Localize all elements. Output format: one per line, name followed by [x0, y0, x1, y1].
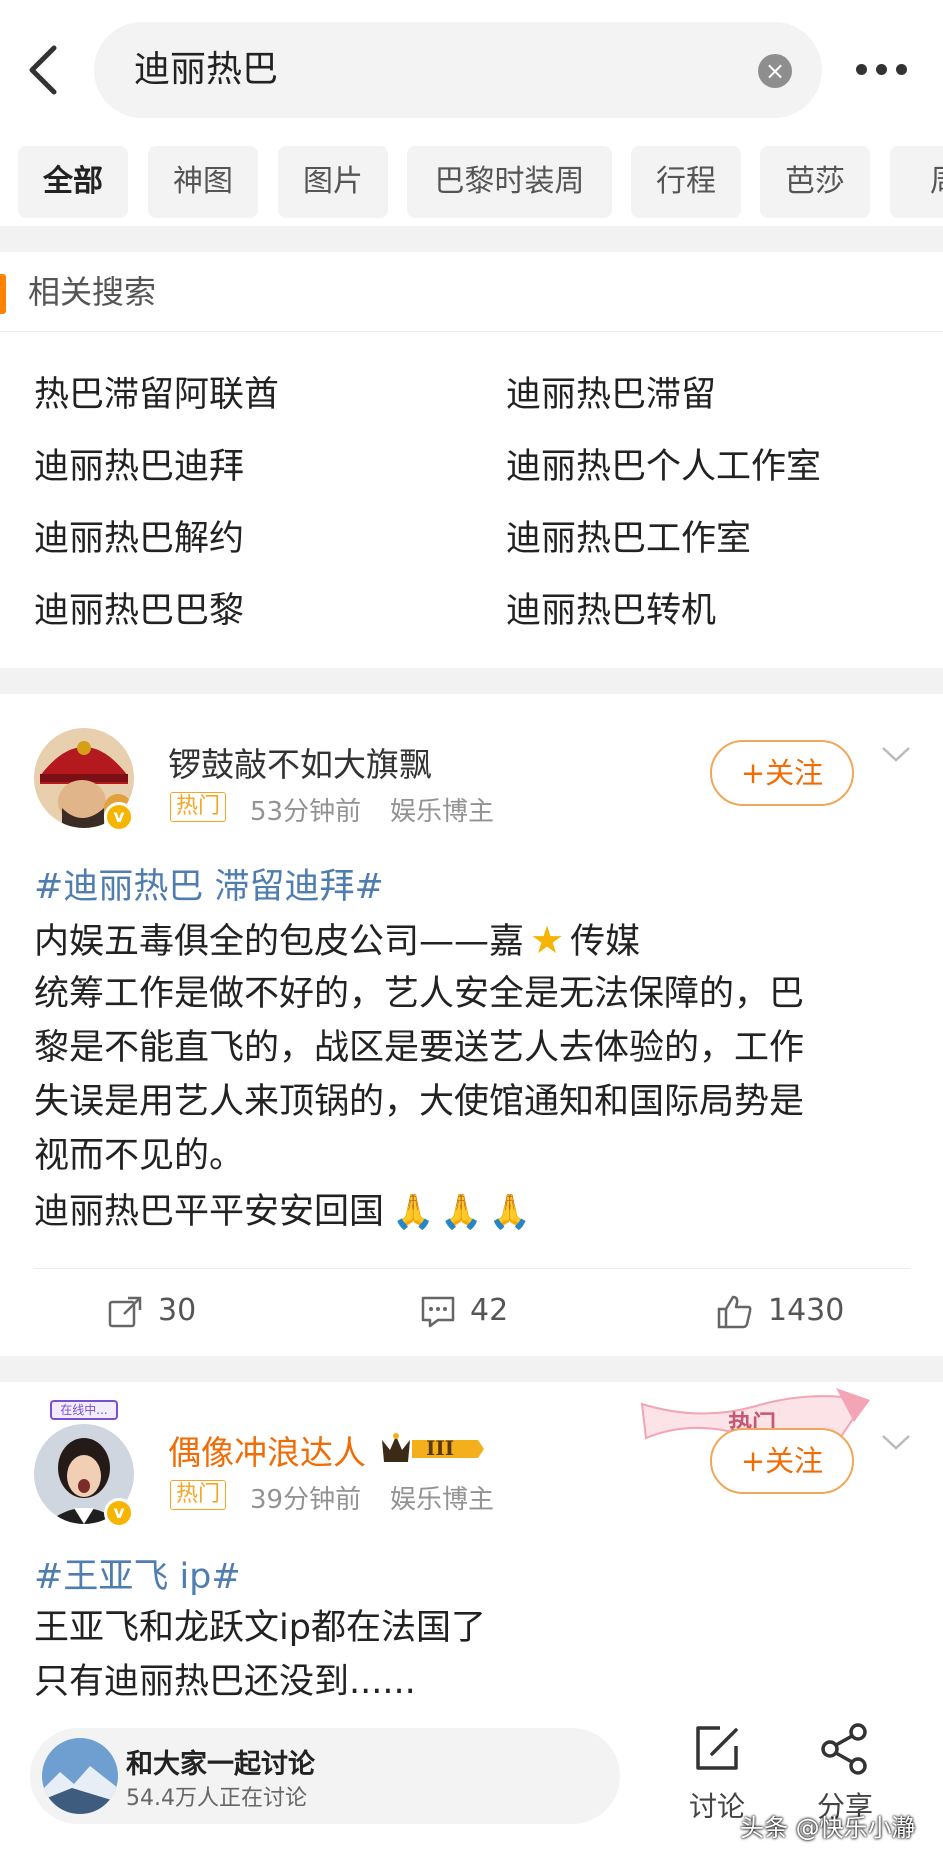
related-search-item[interactable]: 迪丽热巴个人工作室	[506, 442, 821, 492]
comment-count: 42	[470, 1293, 509, 1328]
search-query[interactable]: 迪丽热巴	[134, 22, 278, 118]
related-search-title: 相关搜索	[28, 273, 157, 311]
follow-button[interactable]: +关注	[710, 1428, 854, 1494]
post-text-line: 只有迪丽热巴还没到......	[34, 1662, 416, 1702]
like-button[interactable]: 1430	[716, 1286, 844, 1336]
search-input[interactable]: 迪丽热巴 ×	[94, 22, 822, 118]
discussion-title: 和大家一起讨论	[126, 1749, 315, 1780]
post-username[interactable]: 偶像冲浪达人	[168, 1426, 366, 1474]
search-header: 迪丽热巴 ×	[0, 0, 943, 140]
section-divider	[0, 668, 943, 694]
related-search-item[interactable]: 迪丽热巴工作室	[506, 514, 751, 564]
accent-bar	[0, 274, 6, 314]
post-role: 娱乐博主	[390, 797, 495, 827]
post-time: 39分钟前	[250, 1485, 362, 1515]
discussion-count: 54.4万人正在讨论	[126, 1786, 307, 1811]
more-icon[interactable]	[852, 50, 912, 90]
related-search-header: 相关搜索	[0, 252, 943, 332]
repost-button[interactable]: 30	[108, 1286, 196, 1336]
verified-badge-icon: v	[104, 802, 134, 832]
hot-tag: 热门	[170, 792, 227, 822]
level-text: III	[426, 1436, 455, 1460]
post-text-line: 迪丽热巴平平安安回国 🙏🙏🙏	[34, 1186, 537, 1238]
section-divider	[0, 226, 943, 252]
thumbs-up-icon	[717, 1295, 752, 1328]
chevron-down-icon[interactable]	[880, 1432, 912, 1452]
clear-icon[interactable]: ×	[758, 54, 792, 88]
follow-button[interactable]: +关注	[710, 740, 854, 806]
post-divider	[34, 1268, 910, 1269]
praying-hands-icon: 🙏🙏🙏	[392, 1192, 538, 1232]
share-icon	[821, 1723, 867, 1775]
post-text-line: 视而不见的。	[34, 1136, 245, 1176]
like-count: 1430	[768, 1293, 845, 1328]
post-text-line: 统筹工作是做不好的，艺人安全是无法保障的，巴	[34, 974, 805, 1014]
related-search-item[interactable]: 迪丽热巴转机	[506, 586, 716, 636]
post-text-line: 内娱五毒俱全的包皮公司——嘉 ★ 传媒	[34, 914, 640, 968]
live-label: 在线中...	[50, 1400, 118, 1420]
post-text-line: 失误是用艺人来顶锅的，大使馆通知和国际局势是	[34, 1082, 805, 1122]
repost-icon	[108, 1296, 142, 1327]
related-search-item[interactable]: 迪丽热巴巴黎	[34, 586, 244, 636]
tab-bazaar[interactable]: 芭莎	[760, 146, 870, 218]
post-text-line: 王亚飞和龙跃文ip都在法国了	[34, 1608, 486, 1648]
comment-icon	[421, 1296, 455, 1327]
tab-more[interactable]: 周	[890, 146, 943, 218]
filter-tabs: 全部 神图 图片 巴黎时装周 行程 芭莎 周	[0, 146, 943, 218]
post-hashtag[interactable]: #王亚飞 ip#	[34, 1548, 241, 1599]
tab-featured-images[interactable]: 神图	[148, 146, 258, 218]
chevron-down-icon[interactable]	[880, 744, 912, 764]
related-search-item[interactable]: 迪丽热巴滞留	[506, 370, 716, 420]
post-username[interactable]: 锣鼓敲不如大旗飘	[168, 738, 432, 786]
discussion-thumbnail	[42, 1738, 118, 1814]
join-discussion-bar[interactable]: 和大家一起讨论 54.4万人正在讨论	[30, 1728, 620, 1824]
hot-tag: 热门	[170, 1480, 227, 1510]
post-text-line: 黎是不能直飞的，战区是要送艺人去体验的，工作	[34, 1028, 805, 1068]
post-role: 娱乐博主	[390, 1485, 495, 1515]
tab-images[interactable]: 图片	[278, 146, 388, 218]
repost-count: 30	[158, 1293, 197, 1328]
comment-button[interactable]: 42	[420, 1286, 508, 1336]
post-time: 53分钟前	[250, 797, 362, 827]
edit-icon	[696, 1726, 738, 1770]
star-emoji-icon: ★	[530, 918, 565, 962]
post-hashtag[interactable]: #迪丽热巴 滞留迪拜#	[34, 858, 384, 909]
crown-level-badge: III	[378, 1430, 486, 1468]
related-search-item[interactable]: 迪丽热巴迪拜	[34, 442, 244, 492]
related-search-item[interactable]: 热巴滞留阿联酋	[34, 370, 279, 420]
section-divider	[0, 1356, 943, 1382]
post-text-segment: 内娱五毒俱全的包皮公司——嘉	[34, 922, 525, 962]
back-icon[interactable]	[24, 44, 64, 96]
post-text-segment: 迪丽热巴平平安安回国	[34, 1192, 385, 1232]
related-search-item[interactable]: 迪丽热巴解约	[34, 514, 244, 564]
tab-all[interactable]: 全部	[18, 146, 128, 218]
tab-paris-fashion-week[interactable]: 巴黎时装周	[407, 146, 612, 218]
tab-schedule[interactable]: 行程	[631, 146, 741, 218]
watermark: 头条 @快乐小瀞	[740, 1814, 916, 1842]
verified-badge-icon: v	[104, 1498, 134, 1528]
post-text-segment: 传媒	[570, 922, 641, 962]
